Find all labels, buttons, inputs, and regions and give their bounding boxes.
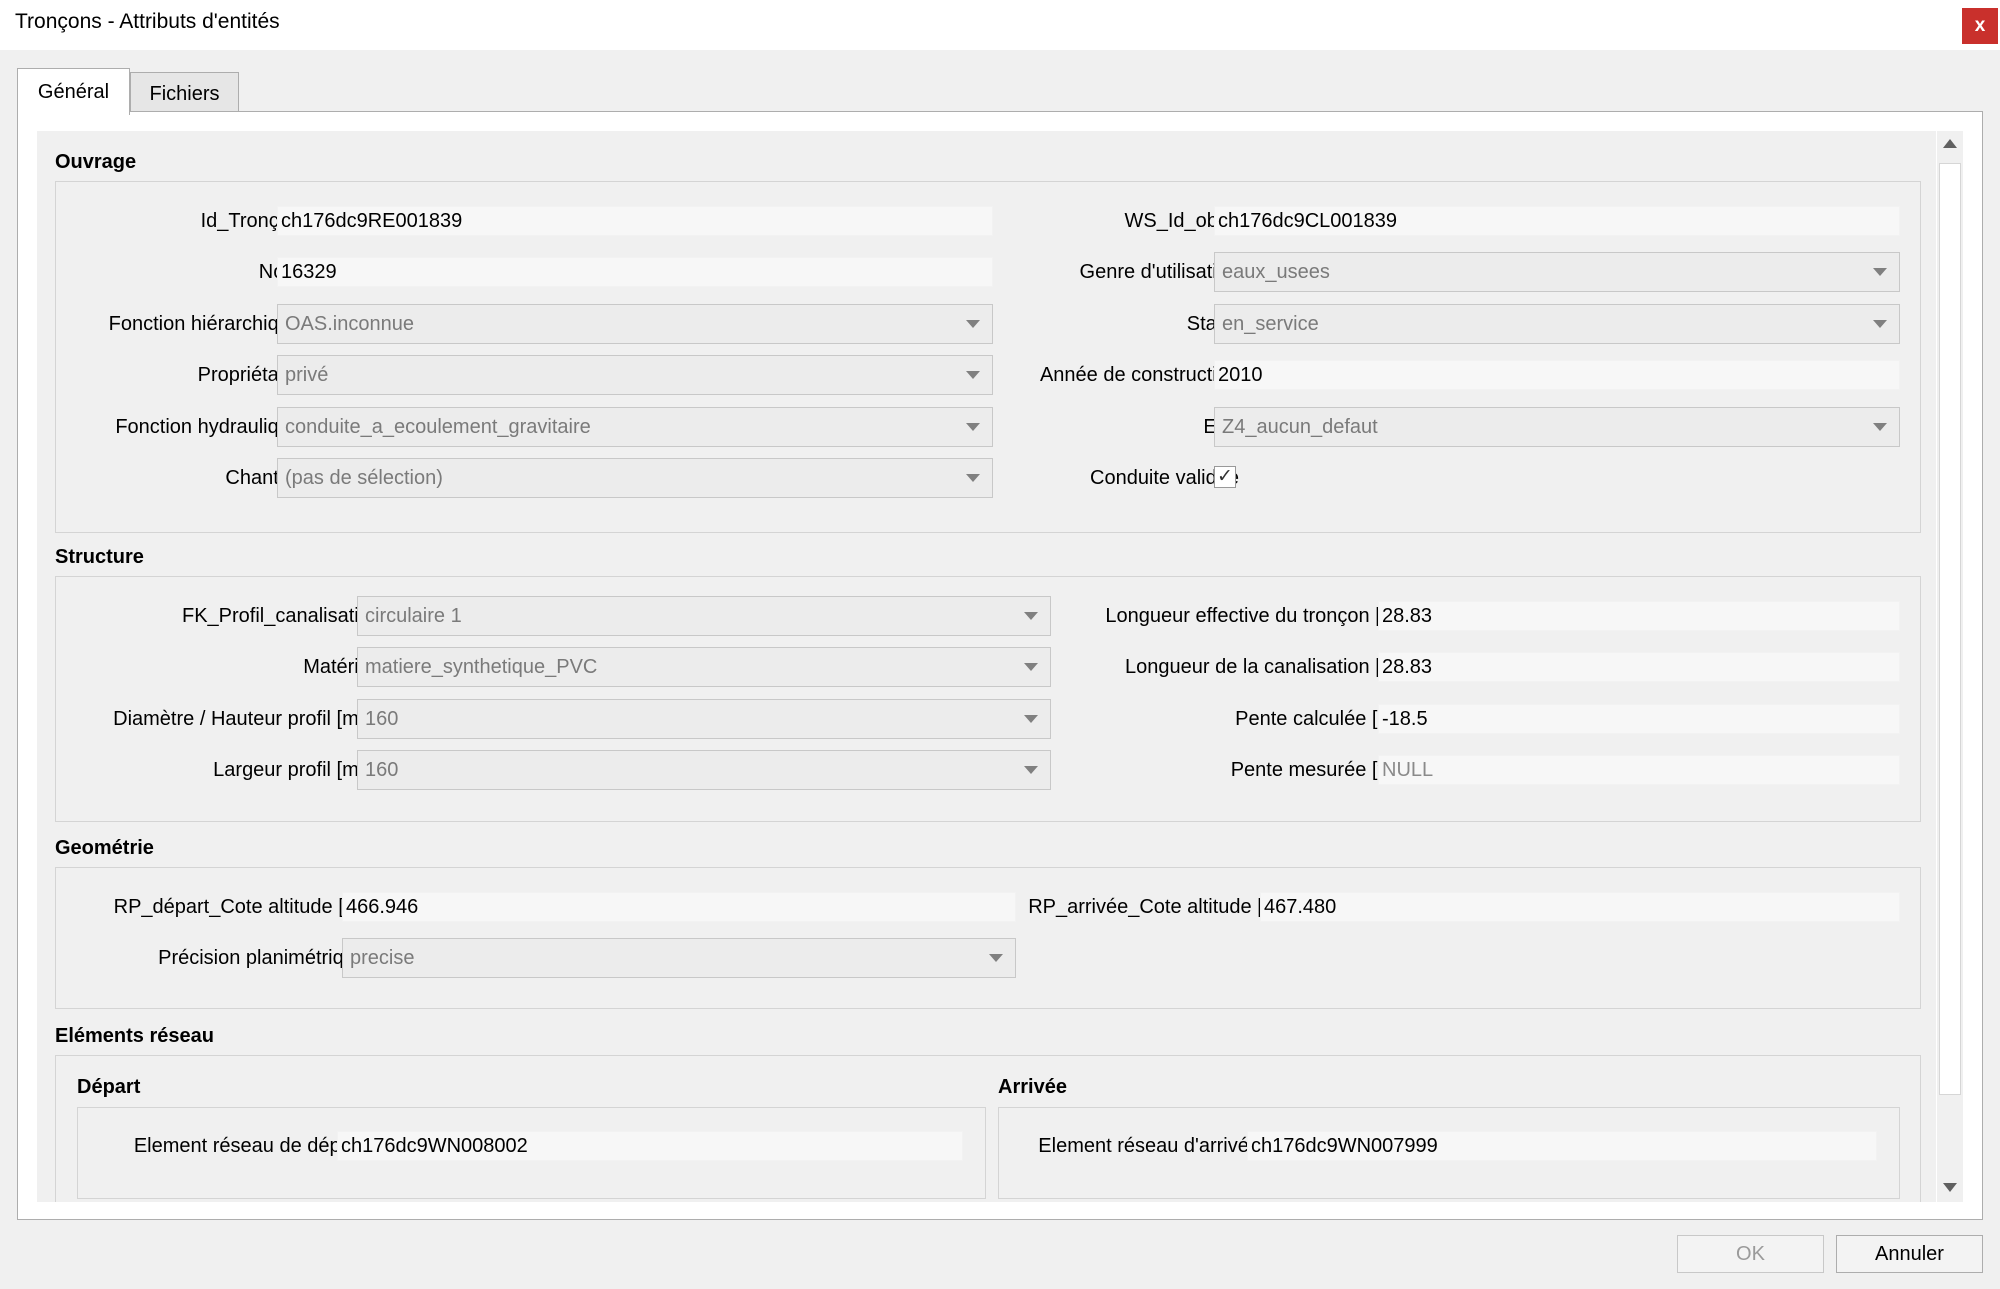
tab-general[interactable]: Général	[17, 68, 130, 115]
largeur-select[interactable]: 160	[357, 750, 1051, 790]
id-troncon-field[interactable]: ch176dc9RE001839	[277, 206, 993, 236]
label-element-depart: Element réseau de départ	[133, 1135, 364, 1157]
arrow-down-icon[interactable]	[1943, 1183, 1957, 1192]
chevron-down-icon	[966, 423, 980, 431]
chantier-value: (pas de sélection)	[285, 467, 443, 489]
rp-arrivee-field[interactable]: 467.480	[1260, 892, 1900, 922]
chevron-down-icon	[1024, 612, 1038, 620]
element-arrivee-field[interactable]: ch176dc9WN007999	[1247, 1131, 1877, 1161]
precision-value: precise	[350, 947, 415, 969]
chevron-down-icon	[989, 954, 1003, 962]
fonction-hierarchique-value: OAS.inconnue	[285, 313, 414, 335]
section-title-structure: Structure	[55, 546, 144, 568]
largeur-value: 160	[365, 759, 399, 781]
form-scroll-area: Ouvrage Id_Tronçon ch176dc9RE001839 Nom …	[37, 131, 1936, 1202]
chevron-down-icon	[1873, 320, 1887, 328]
label-largeur: Largeur profil [mm]	[213, 759, 381, 781]
label-precision: Précision planimétrique	[158, 947, 366, 969]
fk-profil-value: circulaire 1	[365, 605, 462, 627]
section-title-arrivee: Arrivée	[998, 1076, 1067, 1098]
vertical-scrollbar[interactable]	[1937, 131, 1963, 1202]
genre-utilisation-value: eaux_usees	[1222, 261, 1330, 283]
ok-button[interactable]: OK	[1677, 1235, 1824, 1273]
label-longueur-effective: Longueur effective du tronçon [m]	[1105, 605, 1403, 627]
arrow-up-icon[interactable]	[1943, 139, 1957, 148]
fonction-hierarchique-select[interactable]: OAS.inconnue	[277, 304, 993, 344]
ws-id-objet-field[interactable]: ch176dc9CL001839	[1214, 206, 1900, 236]
chevron-down-icon	[1024, 663, 1038, 671]
chevron-down-icon	[1873, 268, 1887, 276]
longueur-effective-field[interactable]: 28.83	[1378, 601, 1900, 631]
statut-value: en_service	[1222, 313, 1319, 335]
statut-select[interactable]: en_service	[1214, 304, 1900, 344]
chevron-down-icon	[966, 371, 980, 379]
label-element-arrivee: Element réseau d'arrivée	[1038, 1135, 1260, 1157]
fonction-hydraulique-select[interactable]: conduite_a_ecoulement_gravitaire	[277, 407, 993, 447]
tab-fichiers[interactable]: Fichiers	[130, 72, 239, 114]
pente-mesuree-field[interactable]: NULL	[1378, 755, 1900, 785]
cancel-button[interactable]: Annuler	[1836, 1235, 1983, 1273]
annee-construction-field[interactable]: 2010	[1214, 360, 1900, 390]
scrollbar-thumb[interactable]	[1939, 163, 1961, 1095]
section-title-geometrie: Geométrie	[55, 837, 154, 859]
label-fk-profil: FK_Profil_canalisation	[182, 605, 381, 627]
label-diametre: Diamètre / Hauteur profil [mm]	[113, 708, 381, 730]
element-depart-field[interactable]: ch176dc9WN008002	[337, 1131, 963, 1161]
section-title-elements-reseau: Eléments réseau	[55, 1025, 214, 1047]
materiau-value: matiere_synthetique_PVC	[365, 656, 598, 678]
rp-depart-field[interactable]: 466.946	[342, 892, 1016, 922]
fk-profil-select[interactable]: circulaire 1	[357, 596, 1051, 636]
genre-utilisation-select[interactable]: eaux_usees	[1214, 252, 1900, 292]
chevron-down-icon	[1024, 766, 1038, 774]
conduite-validee-checkbox[interactable]: ✓	[1214, 466, 1236, 488]
label-fonction-hierarchique: Fonction hiérarchique	[108, 313, 301, 335]
label-fonction-hydraulique: Fonction hydraulique	[115, 416, 301, 438]
label-annee-construction: Année de construction	[1039, 364, 1239, 386]
section-title-ouvrage: Ouvrage	[55, 151, 137, 173]
pente-calculee-field[interactable]: -18.5	[1378, 704, 1900, 734]
label-rp-arrivee: RP_arrivée_Cote altitude [m]	[1028, 896, 1285, 918]
precision-select[interactable]: precise	[342, 938, 1016, 978]
chevron-down-icon	[966, 320, 980, 328]
proprietaire-value: privé	[285, 364, 329, 386]
chevron-down-icon	[1873, 423, 1887, 431]
etat-value: Z4_aucun_defaut	[1222, 416, 1378, 438]
etat-select[interactable]: Z4_aucun_defaut	[1214, 407, 1900, 447]
nom-field[interactable]: 16329	[277, 257, 993, 287]
chevron-down-icon	[1024, 715, 1038, 723]
chevron-down-icon	[966, 474, 980, 482]
section-title-depart: Départ	[77, 1076, 141, 1098]
diametre-value: 160	[365, 708, 399, 730]
diametre-select[interactable]: 160	[357, 699, 1051, 739]
window-title: Tronçons - Attributs d'entités	[15, 10, 280, 33]
chantier-select[interactable]: (pas de sélection)	[277, 458, 993, 498]
longueur-canalisation-field[interactable]: 28.83	[1378, 652, 1900, 682]
proprietaire-select[interactable]: privé	[277, 355, 993, 395]
title-bar: Tronçons - Attributs d'entités x	[0, 0, 2000, 50]
materiau-select[interactable]: matiere_synthetique_PVC	[357, 647, 1051, 687]
close-button[interactable]: x	[1962, 8, 1998, 44]
fonction-hydraulique-value: conduite_a_ecoulement_gravitaire	[285, 416, 591, 438]
label-rp-depart: RP_départ_Cote altitude [m]	[113, 896, 366, 918]
label-longueur-canalisation: Longueur de la canalisation [m]	[1125, 656, 1403, 678]
